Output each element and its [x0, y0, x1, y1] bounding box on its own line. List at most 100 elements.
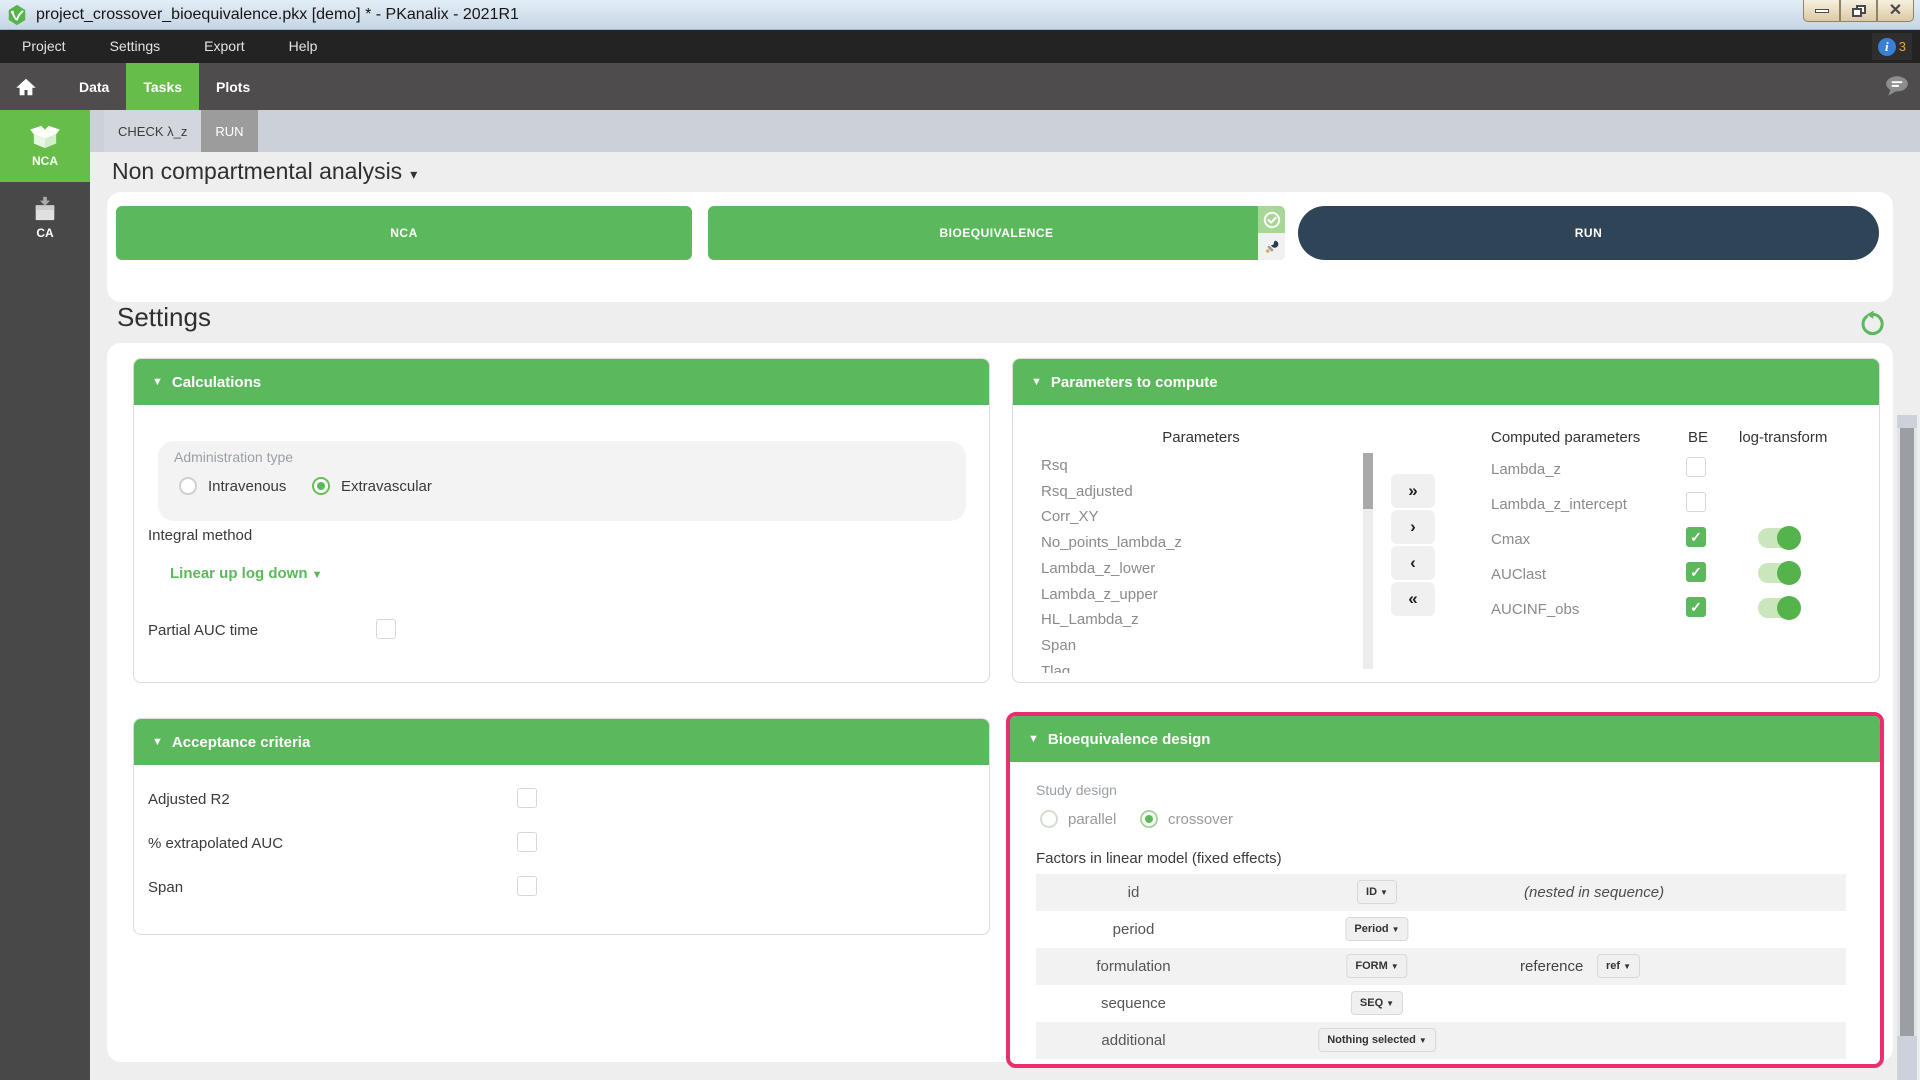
- log-transform-toggle[interactable]: [1758, 598, 1798, 618]
- tab-plots[interactable]: Plots: [199, 63, 267, 110]
- menu-export[interactable]: Export: [182, 30, 266, 63]
- home-icon[interactable]: [14, 75, 38, 99]
- reference-label: reference: [1520, 958, 1583, 975]
- id-column-dropdown[interactable]: ID▼: [1357, 880, 1397, 904]
- computed-parameter-row: AUCINF_obs ✓: [1491, 595, 1871, 630]
- factor-row-period: period Period▼: [1036, 911, 1846, 948]
- log-transform-toggle[interactable]: [1758, 528, 1798, 548]
- study-design-label: Study design: [1036, 782, 1117, 798]
- administration-type-group: Administration type Intravenous Extravas…: [158, 441, 966, 521]
- administration-type-label: Administration type: [174, 449, 293, 465]
- intravenous-label[interactable]: Intravenous: [208, 478, 286, 495]
- tab-tasks[interactable]: Tasks: [126, 63, 199, 110]
- dropdown-value: Nothing selected: [1327, 1034, 1416, 1046]
- bioequivalence-badges: [1258, 206, 1285, 260]
- intravenous-radio[interactable]: [179, 477, 197, 495]
- scrollbar-thumb[interactable]: [1363, 453, 1373, 509]
- panel-title: Bioequivalence design: [1048, 731, 1211, 748]
- close-button[interactable]: ✕: [1877, 0, 1914, 22]
- be-checkbox[interactable]: ✓: [1686, 597, 1706, 617]
- restore-icon: [1852, 5, 1866, 17]
- partial-auc-checkbox[interactable]: [376, 619, 396, 639]
- calculations-header[interactable]: ▼ Calculations: [134, 359, 989, 405]
- list-item[interactable]: Tlag: [1041, 659, 1341, 673]
- list-item[interactable]: Rsq: [1041, 453, 1341, 479]
- bioequivalence-task-button[interactable]: BIOEQUIVALENCE: [708, 206, 1285, 260]
- move-all-right-button[interactable]: »: [1391, 474, 1435, 508]
- criterion-label: % extrapolated AUC: [148, 835, 283, 852]
- scrollbar-thumb[interactable]: [1900, 428, 1914, 1036]
- integral-method-dropdown[interactable]: Linear up log down ▼: [170, 565, 323, 582]
- calculations-panel: ▼ Calculations Administration type Intra…: [133, 358, 990, 683]
- computed-parameter-row: AUClast ✓: [1491, 560, 1871, 595]
- be-checkbox[interactable]: [1686, 457, 1706, 477]
- menu-help[interactable]: Help: [267, 30, 340, 63]
- run-button[interactable]: RUN: [1298, 206, 1879, 260]
- move-left-button[interactable]: ‹: [1391, 546, 1435, 580]
- collapse-icon: ▼: [152, 376, 163, 388]
- analysis-type-dropdown[interactable]: Non compartmental analysis▾: [112, 158, 417, 185]
- additional-dropdown[interactable]: Nothing selected▼: [1318, 1028, 1436, 1052]
- parallel-label[interactable]: parallel: [1068, 811, 1116, 828]
- extravascular-radio[interactable]: [312, 477, 330, 495]
- list-item[interactable]: Lambda_z_lower: [1041, 556, 1341, 582]
- window-scrollbar[interactable]: [1897, 415, 1917, 1080]
- task-valid-badge: [1258, 206, 1285, 233]
- parameter-name[interactable]: Lambda_z_intercept: [1491, 496, 1627, 513]
- crossover-label[interactable]: crossover: [1168, 811, 1233, 828]
- computed-parameters-header: Computed parameters: [1491, 429, 1640, 446]
- reset-settings-icon[interactable]: [1858, 310, 1886, 338]
- parameter-name[interactable]: Cmax: [1491, 531, 1530, 548]
- list-item[interactable]: No_points_lambda_z: [1041, 530, 1341, 556]
- restore-button[interactable]: [1840, 0, 1877, 22]
- menu-settings[interactable]: Settings: [88, 30, 183, 63]
- be-checkbox[interactable]: ✓: [1686, 562, 1706, 582]
- period-column-dropdown[interactable]: Period▼: [1345, 917, 1408, 941]
- comment-icon[interactable]: [1884, 73, 1910, 99]
- be-checkbox[interactable]: [1686, 492, 1706, 512]
- list-item[interactable]: Corr_XY: [1041, 504, 1341, 530]
- list-item[interactable]: Rsq_adjusted: [1041, 479, 1341, 505]
- crossover-radio[interactable]: [1140, 810, 1158, 828]
- factor-rows: id ID▼ (nested in sequence) period Perio…: [1036, 874, 1846, 1059]
- available-parameters-list[interactable]: Rsq Rsq_adjusted Corr_XY No_points_lambd…: [1041, 453, 1341, 673]
- span-checkbox[interactable]: [517, 876, 537, 896]
- nca-task-button[interactable]: NCA: [116, 206, 692, 260]
- tab-data[interactable]: Data: [62, 63, 126, 110]
- parameter-name[interactable]: Lambda_z: [1491, 461, 1561, 478]
- sequence-column-dropdown[interactable]: SEQ▼: [1351, 991, 1403, 1015]
- move-all-left-button[interactable]: «: [1391, 582, 1435, 616]
- subtab-run[interactable]: RUN: [201, 110, 257, 152]
- minimize-button[interactable]: [1803, 0, 1840, 22]
- subtab-check-lambda-z[interactable]: CHECK λ_z: [104, 110, 201, 152]
- parameters-list-scrollbar[interactable]: [1363, 453, 1373, 669]
- factor-label: formulation: [1036, 958, 1231, 975]
- sidebar-item-nca[interactable]: NCA: [0, 110, 90, 182]
- extrapolated-auc-checkbox[interactable]: [517, 832, 537, 852]
- formulation-column-dropdown[interactable]: FORM▼: [1346, 954, 1407, 978]
- reference-dropdown[interactable]: ref▼: [1597, 954, 1640, 978]
- parallel-radio[interactable]: [1040, 810, 1058, 828]
- log-transform-toggle[interactable]: [1758, 563, 1798, 583]
- be-checkbox[interactable]: ✓: [1686, 527, 1706, 547]
- dropdown-value: FORM: [1355, 960, 1387, 972]
- menu-project[interactable]: Project: [0, 30, 88, 63]
- dropdown-value: Period: [1354, 923, 1388, 935]
- list-item[interactable]: Span: [1041, 633, 1341, 659]
- parameter-name[interactable]: AUClast: [1491, 566, 1546, 583]
- bioequivalence-header[interactable]: ▼ Bioequivalence design: [1010, 716, 1880, 762]
- sidebar-item-ca[interactable]: CA: [0, 182, 90, 254]
- list-item[interactable]: HL_Lambda_z: [1041, 607, 1341, 633]
- acceptance-header[interactable]: ▼ Acceptance criteria: [134, 719, 989, 765]
- parameter-name[interactable]: AUCINF_obs: [1491, 601, 1579, 618]
- task-settings-badge[interactable]: [1258, 233, 1285, 260]
- computed-parameter-row: Cmax ✓: [1491, 525, 1871, 560]
- acceptance-row: Adjusted R2: [148, 779, 948, 823]
- move-right-button[interactable]: ›: [1391, 510, 1435, 544]
- run-button-label: RUN: [1575, 226, 1603, 240]
- adjusted-r2-checkbox[interactable]: [517, 788, 537, 808]
- extravascular-label[interactable]: Extravascular: [341, 478, 432, 495]
- notifications-button[interactable]: i 3: [1872, 33, 1912, 60]
- list-item[interactable]: Lambda_z_upper: [1041, 582, 1341, 608]
- parameters-header[interactable]: ▼ Parameters to compute: [1013, 359, 1879, 405]
